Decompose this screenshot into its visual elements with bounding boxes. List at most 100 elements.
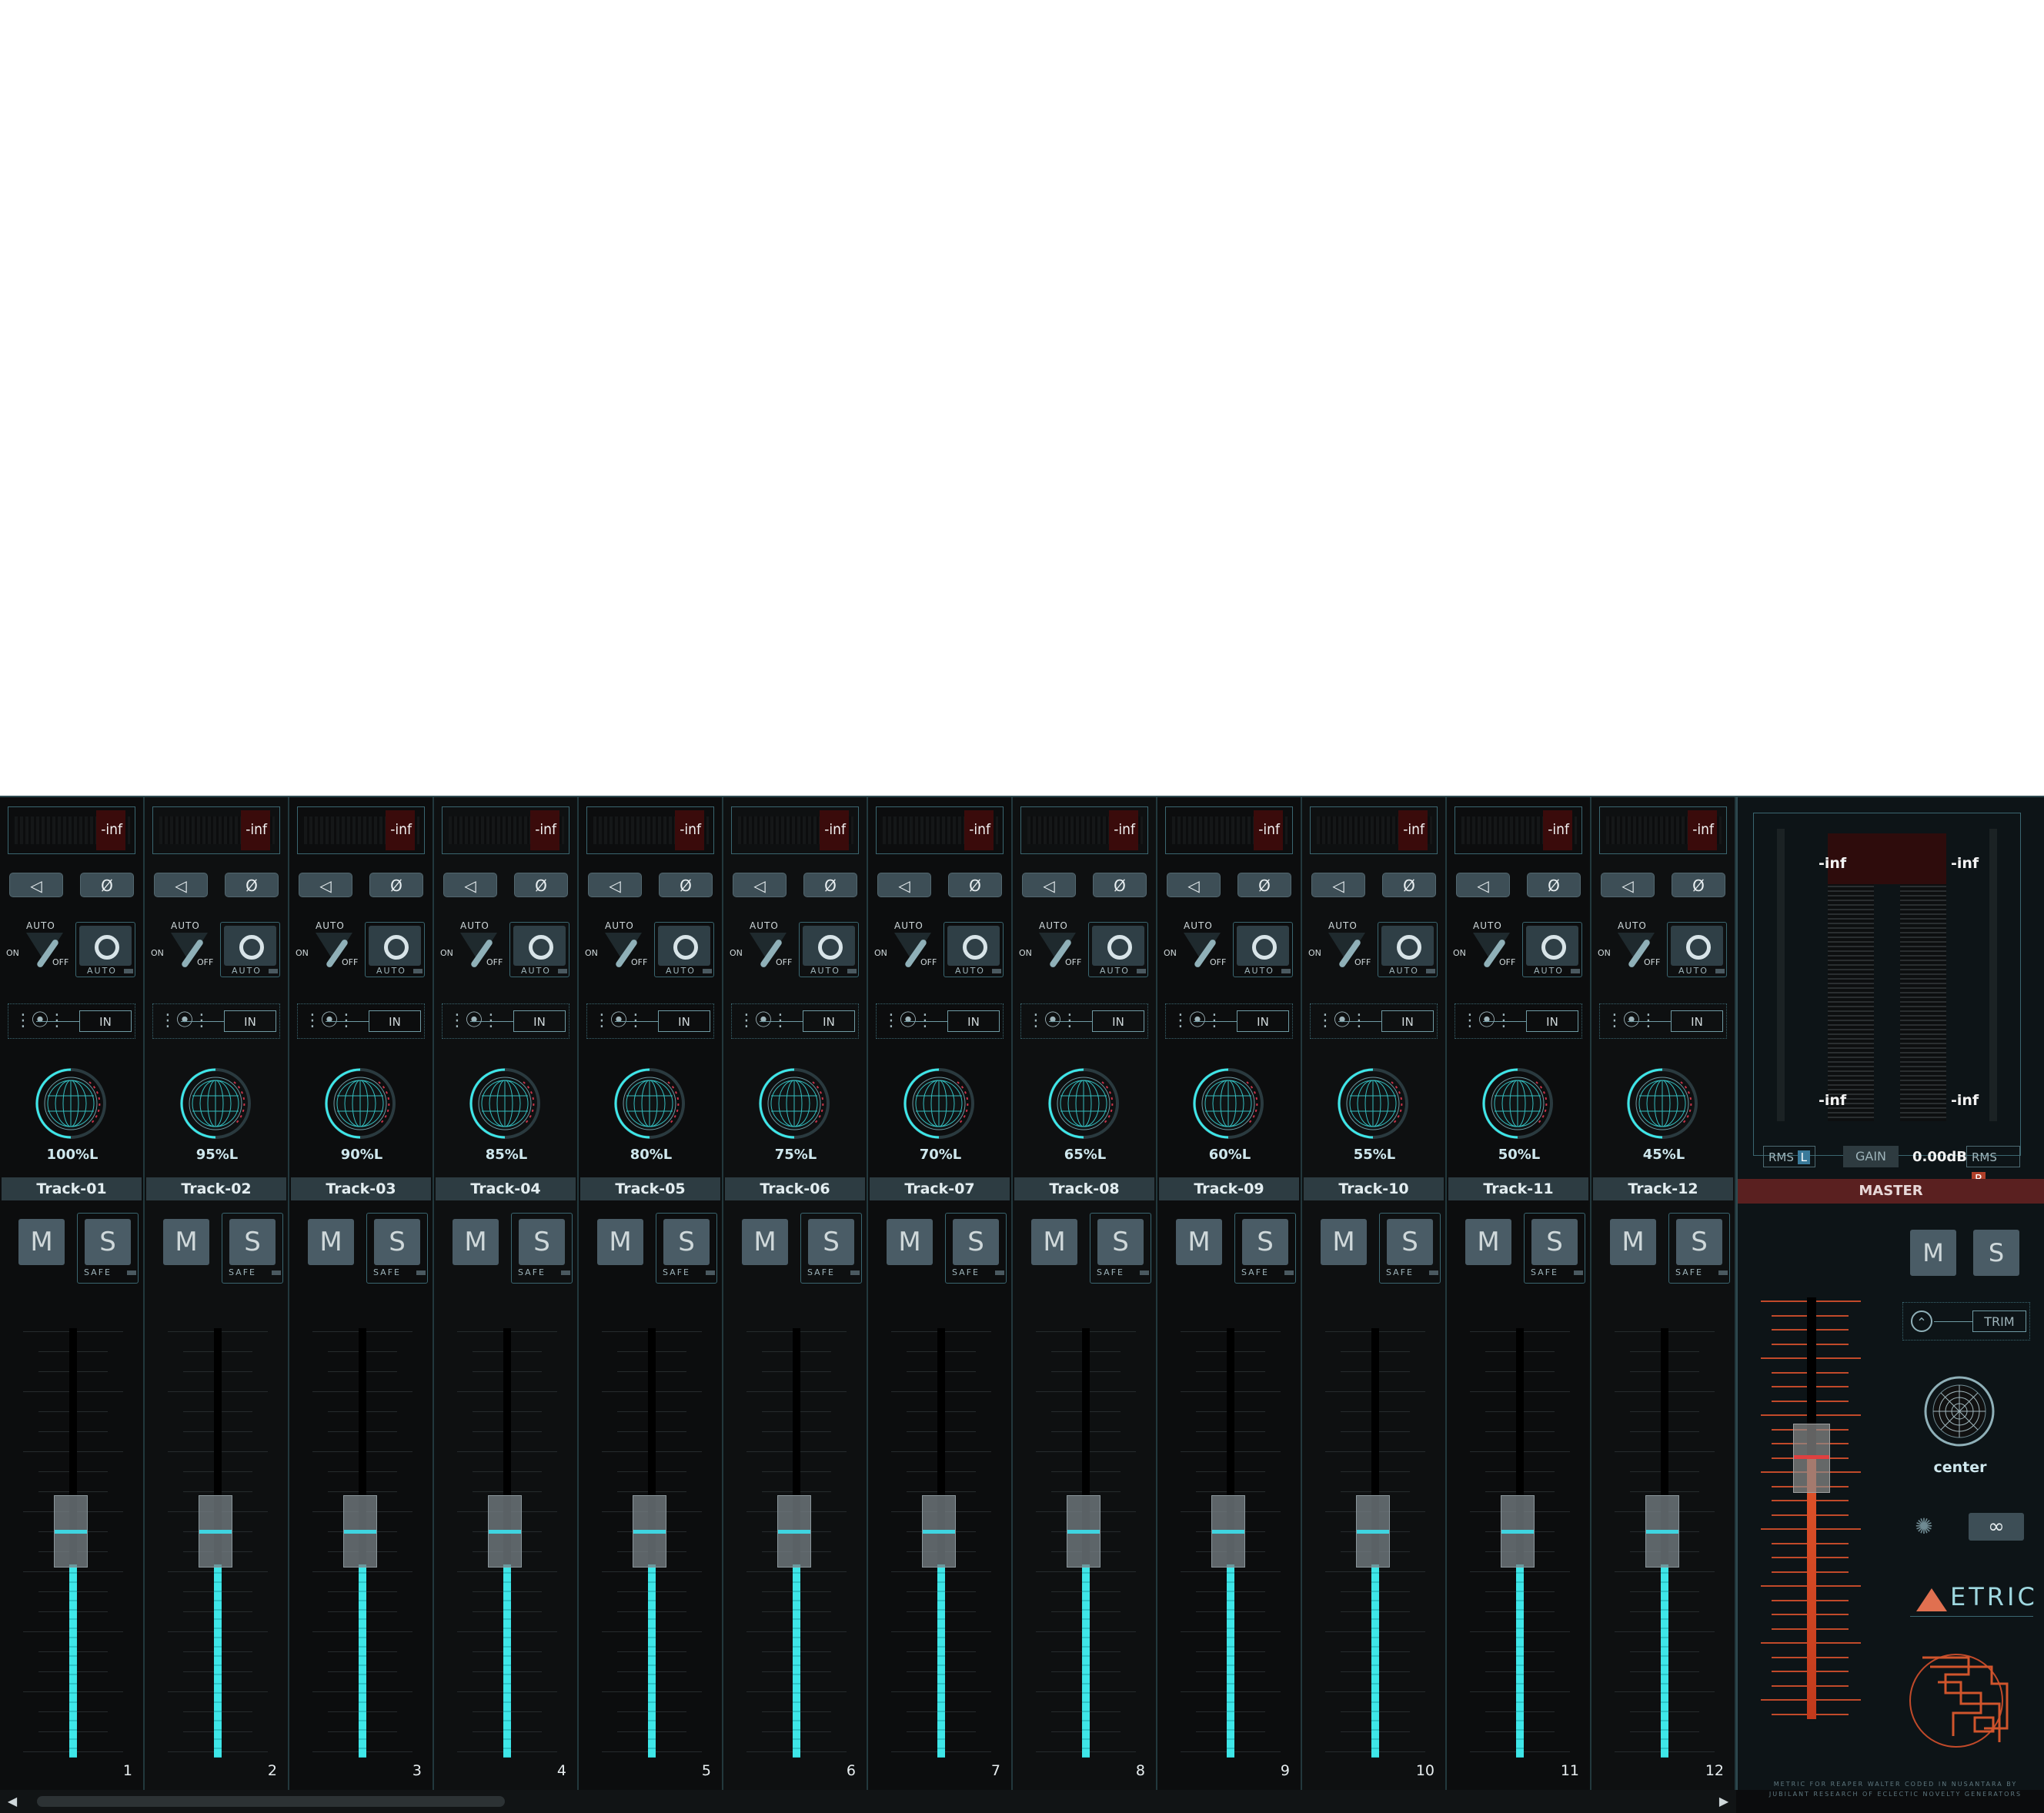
route-button[interactable]: ◁ <box>1022 873 1076 897</box>
solo-safe-led[interactable] <box>1429 1270 1438 1275</box>
volume-fader[interactable] <box>1173 1328 1288 1767</box>
fader-thumb[interactable] <box>1211 1494 1245 1568</box>
solo-button[interactable]: S <box>85 1219 131 1265</box>
track-name[interactable]: Track-12 <box>1593 1177 1733 1200</box>
pan-knob[interactable] <box>1481 1067 1555 1140</box>
auto-led[interactable] <box>413 969 422 973</box>
mute-button[interactable]: M <box>453 1219 499 1265</box>
record-arm-button[interactable] <box>1526 926 1578 966</box>
solo-button[interactable]: S <box>1097 1219 1144 1265</box>
phase-invert-button[interactable]: Ø <box>80 873 134 897</box>
rms-right-button[interactable]: RMS R <box>1966 1146 2020 1186</box>
auto-led[interactable] <box>1281 969 1291 973</box>
fx-chain-icon[interactable]: ⋮⦿⋮ <box>449 1011 499 1031</box>
pan-knob[interactable] <box>1336 1067 1410 1140</box>
solo-button[interactable]: S <box>1242 1219 1288 1265</box>
phase-invert-button[interactable]: Ø <box>369 873 423 897</box>
automation-switch[interactable]: AUTO ON OFF <box>1308 920 1373 974</box>
fx-chain-icon[interactable]: ⋮⦿⋮ <box>1461 1011 1512 1031</box>
volume-fader[interactable] <box>739 1328 854 1767</box>
volume-fader[interactable] <box>160 1328 276 1767</box>
fader-thumb[interactable] <box>633 1494 666 1568</box>
automation-switch[interactable]: AUTO ON OFF <box>1019 920 1084 974</box>
fx-chain-icon[interactable]: ⋮⦿⋮ <box>15 1011 65 1031</box>
scroll-left-arrow[interactable]: ◀ <box>3 1793 22 1810</box>
automation-switch[interactable]: AUTO ON OFF <box>1164 920 1228 974</box>
master-solo-button[interactable]: S <box>1973 1230 2019 1276</box>
mute-button[interactable]: M <box>887 1219 933 1265</box>
fx-in-button[interactable]: IN <box>513 1010 566 1032</box>
scroll-right-arrow[interactable]: ▶ <box>1715 1793 1733 1810</box>
fx-in-button[interactable]: IN <box>224 1010 276 1032</box>
mute-button[interactable]: M <box>597 1219 643 1265</box>
auto-led[interactable] <box>1426 969 1435 973</box>
solo-safe-led[interactable] <box>561 1270 570 1275</box>
link-icon[interactable]: ✺ <box>1910 1513 1938 1541</box>
volume-fader[interactable] <box>1028 1328 1144 1767</box>
scroll-thumb[interactable] <box>37 1796 505 1807</box>
fader-thumb[interactable] <box>1356 1494 1390 1568</box>
solo-safe-led[interactable] <box>416 1270 426 1275</box>
mute-button[interactable]: M <box>1610 1219 1656 1265</box>
phase-invert-button[interactable]: Ø <box>225 873 279 897</box>
fx-in-button[interactable]: IN <box>658 1010 710 1032</box>
route-button[interactable]: ◁ <box>877 873 931 897</box>
automation-switch[interactable]: AUTO ON OFF <box>296 920 360 974</box>
phase-invert-button[interactable]: Ø <box>1237 873 1291 897</box>
phase-invert-button[interactable]: Ø <box>514 873 568 897</box>
solo-button[interactable]: S <box>1531 1219 1578 1265</box>
volume-fader[interactable] <box>449 1328 565 1767</box>
fx-chain-icon[interactable]: ⋮⦿⋮ <box>159 1011 210 1031</box>
route-button[interactable]: ◁ <box>154 873 208 897</box>
volume-fader[interactable] <box>15 1328 131 1767</box>
track-name[interactable]: Track-11 <box>1448 1177 1588 1200</box>
phase-invert-button[interactable]: Ø <box>1093 873 1147 897</box>
auto-led[interactable] <box>1715 969 1725 973</box>
fx-in-button[interactable]: IN <box>803 1010 855 1032</box>
record-arm-button[interactable] <box>658 926 710 966</box>
route-button[interactable]: ◁ <box>588 873 642 897</box>
route-button[interactable]: ◁ <box>733 873 787 897</box>
automation-switch[interactable]: AUTO ON OFF <box>440 920 505 974</box>
solo-safe-led[interactable] <box>706 1270 715 1275</box>
auto-led[interactable] <box>703 969 712 973</box>
solo-safe-led[interactable] <box>1284 1270 1294 1275</box>
pan-knob[interactable] <box>1625 1067 1699 1140</box>
automation-switch[interactable]: AUTO ON OFF <box>585 920 650 974</box>
track-name[interactable]: Track-08 <box>1014 1177 1154 1200</box>
fx-in-button[interactable]: IN <box>1526 1010 1578 1032</box>
solo-safe-led[interactable] <box>1574 1270 1583 1275</box>
pan-knob[interactable] <box>323 1067 397 1140</box>
mute-button[interactable]: M <box>18 1219 65 1265</box>
mute-button[interactable]: M <box>1465 1219 1511 1265</box>
envelope-icon[interactable]: ⌃ <box>1911 1311 1932 1332</box>
record-arm-button[interactable] <box>79 926 132 966</box>
rms-left-button[interactable]: RMS L <box>1763 1146 1816 1167</box>
track-name[interactable]: Track-06 <box>725 1177 865 1200</box>
fx-in-button[interactable]: IN <box>1092 1010 1144 1032</box>
fx-chain-icon[interactable]: ⋮⦿⋮ <box>738 1011 789 1031</box>
solo-safe-led[interactable] <box>127 1270 136 1275</box>
solo-button[interactable]: S <box>374 1219 420 1265</box>
fader-thumb[interactable] <box>199 1494 232 1568</box>
fx-in-button[interactable]: IN <box>369 1010 421 1032</box>
solo-safe-led[interactable] <box>850 1270 860 1275</box>
phase-invert-button[interactable]: Ø <box>803 873 857 897</box>
fader-thumb[interactable] <box>343 1494 377 1568</box>
pan-knob[interactable] <box>1047 1067 1121 1140</box>
record-arm-button[interactable] <box>1671 926 1723 966</box>
master-mute-button[interactable]: M <box>1910 1230 1956 1276</box>
fader-thumb[interactable] <box>54 1494 88 1568</box>
solo-button[interactable]: S <box>1387 1219 1433 1265</box>
master-fader-thumb[interactable] <box>1793 1424 1830 1494</box>
fader-thumb[interactable] <box>1501 1494 1535 1568</box>
mute-button[interactable]: M <box>1031 1219 1077 1265</box>
fx-chain-icon[interactable]: ⋮⦿⋮ <box>593 1011 644 1031</box>
record-arm-button[interactable] <box>803 926 855 966</box>
pan-knob[interactable] <box>34 1067 108 1140</box>
record-arm-button[interactable] <box>1381 926 1434 966</box>
solo-button[interactable]: S <box>953 1219 999 1265</box>
track-name[interactable]: Track-04 <box>436 1177 576 1200</box>
fx-chain-icon[interactable]: ⋮⦿⋮ <box>1027 1011 1078 1031</box>
fx-in-button[interactable]: IN <box>947 1010 1000 1032</box>
